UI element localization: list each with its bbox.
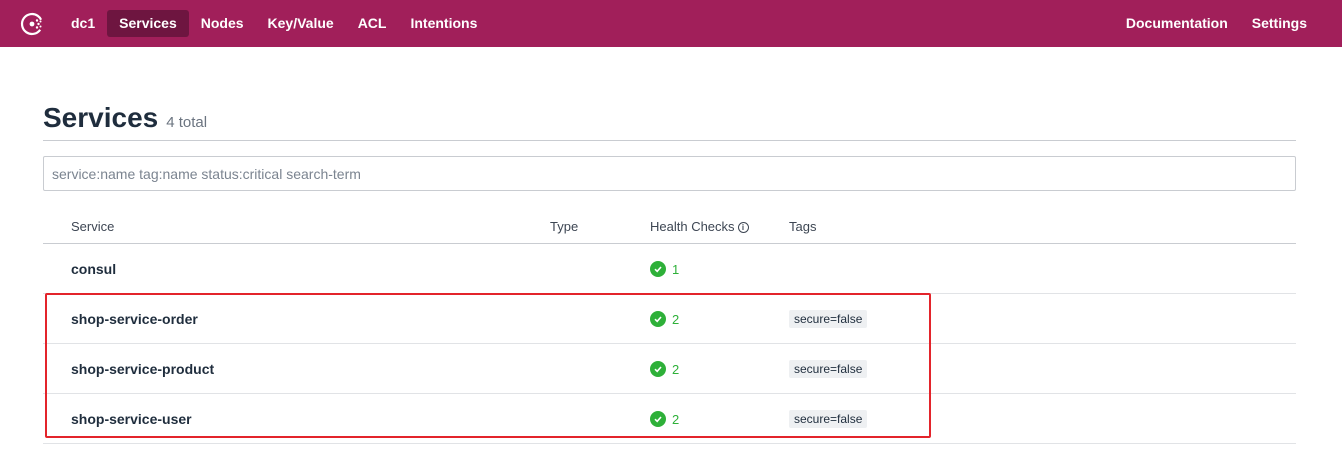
nav-services[interactable]: Services [107,10,189,37]
nav-acl[interactable]: ACL [346,10,399,37]
top-navigation-bar: dc1 Services Nodes Key/Value ACL Intenti… [0,0,1342,47]
header-health-checks[interactable]: Health Checks i [650,219,749,234]
secondary-nav: Documentation Settings [1114,10,1319,37]
nav-nodes[interactable]: Nodes [189,10,256,37]
table-row[interactable]: shop-service-product 2 secure=false [43,344,1296,394]
table-header: Service Type Health Checks i Tags [43,209,1296,244]
nav-documentation[interactable]: Documentation [1114,10,1240,37]
header-service[interactable]: Service [71,219,114,234]
table-row[interactable]: consul 1 [43,244,1296,294]
service-name[interactable]: shop-service-product [71,344,214,394]
passing-count: 2 [672,311,680,327]
health-checks-cell: 2 [650,394,679,444]
service-name[interactable]: shop-service-user [71,394,192,444]
service-count: 4 total [166,114,208,131]
page-title: Services [43,102,159,133]
tag-badge: secure=false [789,360,868,378]
tags-cell: secure=false [789,294,868,344]
search-input[interactable] [43,156,1296,191]
consul-logo-icon[interactable] [17,9,47,39]
health-checks-cell: 1 [650,244,679,294]
header-health-checks-label: Health Checks [650,219,735,234]
tags-cell: secure=false [789,344,868,394]
nav-settings[interactable]: Settings [1240,10,1319,37]
main-nav: dc1 Services Nodes Key/Value ACL Intenti… [59,10,489,37]
datacenter-selector[interactable]: dc1 [59,10,107,37]
check-passing-icon [650,361,666,377]
service-name[interactable]: shop-service-order [71,294,198,344]
nav-intentions[interactable]: Intentions [398,10,489,37]
health-checks-cell: 2 [650,344,679,394]
nav-key-value[interactable]: Key/Value [256,10,346,37]
check-passing-icon [650,261,666,277]
check-passing-icon [650,411,666,427]
info-icon[interactable]: i [737,222,749,233]
tags-cell: secure=false [789,394,868,444]
check-passing-icon [650,311,666,327]
passing-count: 1 [672,261,680,277]
header-type[interactable]: Type [550,219,578,234]
health-checks-cell: 2 [650,294,679,344]
passing-count: 2 [672,361,680,377]
service-name[interactable]: consul [71,244,116,294]
header-tags[interactable]: Tags [789,219,816,234]
table-row[interactable]: shop-service-user 2 secure=false [43,394,1296,444]
tag-badge: secure=false [789,310,868,328]
tag-badge: secure=false [789,410,868,428]
passing-count: 2 [672,411,680,427]
services-table: Service Type Health Checks i Tags consul … [43,209,1296,444]
page-header: Services 4 total [43,100,1296,141]
table-row[interactable]: shop-service-order 2 secure=false [43,294,1296,344]
